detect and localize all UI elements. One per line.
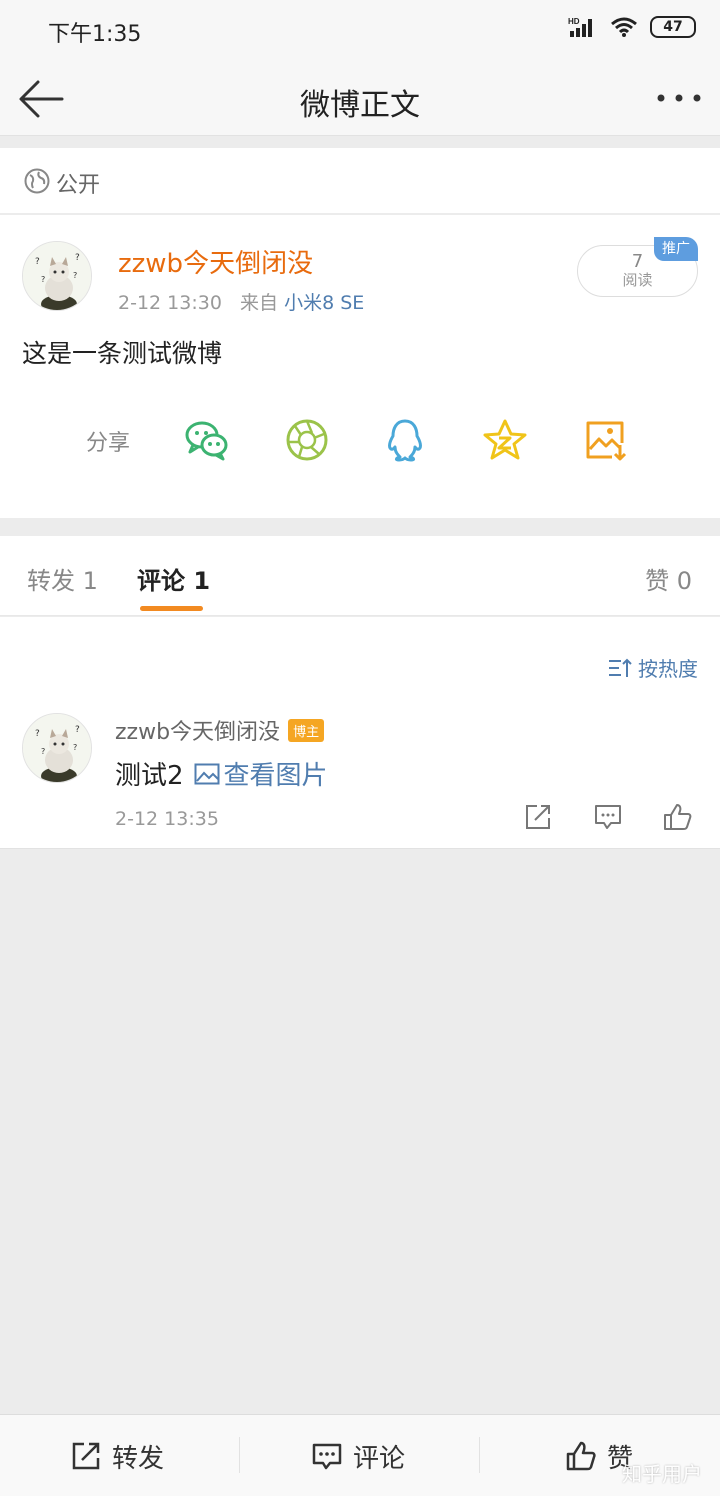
post-text: 这是一条测试微博 [22, 339, 223, 368]
promote-badge[interactable]: 推广 [654, 237, 698, 261]
post-card: ? ? ? ? zzwb今天倒闭没 2-12 13:30 来自 小米8 SE 7… [0, 215, 720, 518]
watermark: 知乎用户 [622, 1462, 702, 1486]
active-tab-indicator [140, 606, 203, 611]
tab-likes[interactable]: 赞 0 [645, 561, 692, 596]
signal-icon: HD [568, 17, 592, 37]
share-row: 分享 [0, 415, 720, 467]
comment-time: 2-12 13:35 [115, 808, 219, 830]
save-image-icon[interactable] [582, 417, 628, 463]
sort-icon [609, 658, 632, 677]
post-time: 2-12 13:30 [118, 292, 222, 314]
image-icon [194, 763, 220, 784]
wifi-icon [611, 17, 637, 37]
svg-text:?: ? [41, 747, 45, 756]
read-label: 阅读 [622, 271, 653, 289]
svg-text:?: ? [35, 257, 40, 267]
status-bar: 下午1:35 HD 47 [0, 0, 720, 62]
page-title: 微博正文 [300, 88, 420, 123]
comment-user-row: zzwb今天倒闭没 博主 [115, 714, 325, 746]
visibility-label: 公开 [56, 173, 101, 198]
comment-label: 评论 [353, 1443, 406, 1474]
bottom-action-bar: 转发 评论 赞 [0, 1414, 720, 1496]
divider [239, 1437, 240, 1473]
comments-section: 按热度 ? ? ? ? zzwb今天倒闭没 博主 测试2 查看图片 2-12 1… [0, 617, 720, 849]
avatar[interactable]: ? ? ? ? [22, 241, 92, 311]
share-label: 分享 [86, 431, 131, 456]
qq-icon[interactable] [382, 417, 428, 463]
comment-text-row: 测试2 查看图片 [115, 755, 328, 792]
svg-text:?: ? [75, 725, 80, 735]
view-image-label: 查看图片 [223, 761, 328, 791]
comment-icon [312, 1443, 342, 1470]
author-badge: 博主 [288, 718, 325, 742]
repost-label: 转发 [112, 1443, 165, 1474]
nav-bar: 微博正文 [0, 62, 720, 136]
divider [479, 1437, 480, 1473]
svg-text:?: ? [35, 729, 40, 739]
cat-avatar-icon: ? ? ? ? [23, 714, 91, 782]
moments-icon[interactable] [284, 417, 330, 463]
repost-icon [72, 1442, 100, 1470]
post-username[interactable]: zzwb今天倒闭没 [118, 243, 313, 280]
comment-username[interactable]: zzwb今天倒闭没 [115, 714, 280, 746]
tab-repost[interactable]: 转发 1 [27, 561, 98, 596]
qzone-star-icon[interactable] [482, 417, 528, 463]
comment-avatar[interactable]: ? ? ? ? [22, 713, 92, 783]
post-device[interactable]: 小米8 SE [284, 292, 364, 314]
post-from: 来自 [240, 292, 279, 314]
like-icon [566, 1441, 596, 1471]
svg-text:?: ? [73, 271, 77, 280]
view-image-link[interactable]: 查看图片 [194, 755, 328, 792]
like-icon[interactable] [662, 802, 692, 832]
repost-button[interactable]: 转发 [70, 1437, 164, 1475]
sort-label: 按热度 [638, 657, 698, 681]
post-meta: 2-12 13:30 来自 小米8 SE [118, 288, 364, 315]
visibility-row: 公开 [0, 148, 720, 214]
svg-text:?: ? [75, 253, 80, 263]
globe-icon [24, 168, 50, 194]
comment-button[interactable]: 评论 [311, 1437, 405, 1475]
more-dots-icon[interactable] [656, 88, 702, 108]
comment-text: 测试2 [115, 761, 184, 791]
status-icons: HD 47 [568, 16, 696, 38]
status-time: 下午1:35 [48, 22, 142, 47]
comment-icon[interactable] [593, 802, 623, 832]
repost-icon[interactable] [523, 802, 553, 832]
tab-bar: 转发 1 评论 1 赞 0 [0, 536, 720, 616]
tab-comments[interactable]: 评论 1 [137, 561, 210, 596]
cat-avatar-icon: ? ? ? ? [23, 242, 91, 310]
svg-text:?: ? [41, 275, 45, 284]
svg-text:?: ? [73, 743, 77, 752]
hd-label: HD [568, 17, 580, 26]
sort-button[interactable]: 按热度 [608, 653, 698, 682]
battery-indicator: 47 [650, 16, 696, 38]
wechat-icon[interactable] [184, 417, 230, 463]
